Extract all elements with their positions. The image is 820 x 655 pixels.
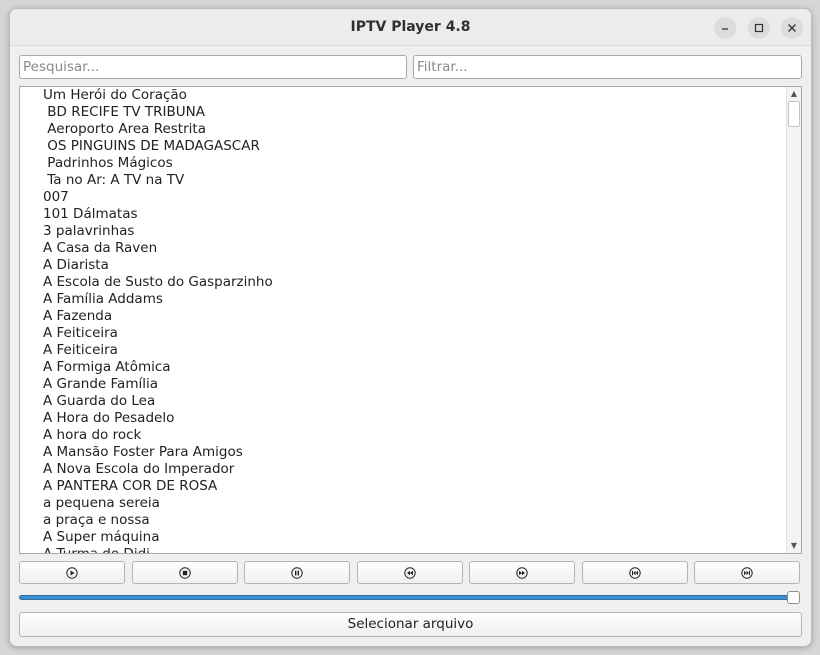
close-button[interactable]: [781, 17, 803, 39]
list-item[interactable]: A PANTERA COR DE ROSA: [20, 478, 786, 495]
channel-list-items: Um Herói do Coração BD RECIFE TV TRIBUNA…: [20, 87, 786, 553]
list-item[interactable]: BD RECIFE TV TRIBUNA: [20, 104, 786, 121]
list-item[interactable]: A Diarista: [20, 257, 786, 274]
list-item[interactable]: A Grande Família: [20, 376, 786, 393]
title-bar: IPTV Player 4.8: [10, 9, 811, 46]
play-button[interactable]: [19, 561, 125, 584]
rewind-button[interactable]: [357, 561, 463, 584]
list-item[interactable]: A Casa da Raven: [20, 240, 786, 257]
list-item[interactable]: a praça e nossa: [20, 512, 786, 529]
list-item[interactable]: A Super máquina: [20, 529, 786, 546]
search-input[interactable]: [20, 56, 406, 78]
list-item[interactable]: 101 Dálmatas: [20, 206, 786, 223]
stop-button[interactable]: [132, 561, 238, 584]
play-icon: [66, 566, 78, 579]
channel-list[interactable]: Um Herói do Coração BD RECIFE TV TRIBUNA…: [19, 86, 802, 554]
select-file-button[interactable]: Selecionar arquivo: [19, 612, 802, 637]
next-button[interactable]: [694, 561, 800, 584]
minimize-button[interactable]: [714, 17, 736, 39]
pause-icon: [291, 566, 303, 579]
fast-forward-button[interactable]: [469, 561, 575, 584]
skip-forward-icon: [741, 566, 753, 579]
list-item[interactable]: a pequena sereia: [20, 495, 786, 512]
filter-input[interactable]: [414, 56, 801, 78]
list-item[interactable]: A Hora do Pesadelo: [20, 410, 786, 427]
vertical-scrollbar[interactable]: ▲ ▼: [786, 87, 801, 553]
progress-slider-handle[interactable]: [787, 591, 800, 604]
list-item[interactable]: A Feiticeira: [20, 325, 786, 342]
stop-icon: [179, 566, 191, 579]
scroll-up-icon[interactable]: ▲: [787, 87, 801, 101]
list-item[interactable]: Padrinhos Mágicos: [20, 155, 786, 172]
previous-button[interactable]: [582, 561, 688, 584]
rewind-icon: [404, 566, 416, 579]
skip-back-icon: [629, 566, 641, 579]
progress-slider[interactable]: [19, 595, 791, 600]
list-item[interactable]: A Mansão Foster Para Amigos: [20, 444, 786, 461]
list-item[interactable]: Aeroporto Area Restrita: [20, 121, 786, 138]
scroll-down-icon[interactable]: ▼: [787, 539, 801, 553]
list-item[interactable]: A Feiticeira: [20, 342, 786, 359]
app-window: IPTV Player 4.8 Um Herói do Coração BD R…: [9, 8, 812, 647]
close-icon: [788, 24, 796, 32]
list-item[interactable]: A Turma do Didi: [20, 546, 786, 553]
fast-forward-icon: [516, 566, 528, 579]
search-field[interactable]: [19, 55, 407, 79]
window-title: IPTV Player 4.8: [350, 19, 471, 35]
list-item[interactable]: 007: [20, 189, 786, 206]
maximize-icon: [754, 23, 764, 33]
maximize-button[interactable]: [748, 17, 770, 39]
list-item[interactable]: A Formiga Atômica: [20, 359, 786, 376]
list-item[interactable]: A Família Addams: [20, 291, 786, 308]
list-item[interactable]: 3 palavrinhas: [20, 223, 786, 240]
filter-field[interactable]: [413, 55, 802, 79]
list-item[interactable]: Um Herói do Coração: [20, 87, 786, 104]
list-item[interactable]: OS PINGUINS DE MADAGASCAR: [20, 138, 786, 155]
list-item[interactable]: A Escola de Susto do Gasparzinho: [20, 274, 786, 291]
scroll-thumb[interactable]: [788, 101, 800, 127]
list-item[interactable]: Ta no Ar: A TV na TV: [20, 172, 786, 189]
list-item[interactable]: A Guarda do Lea: [20, 393, 786, 410]
minimize-icon: [722, 28, 728, 30]
list-item[interactable]: A hora do rock: [20, 427, 786, 444]
list-item[interactable]: A Fazenda: [20, 308, 786, 325]
list-item[interactable]: A Nova Escola do Imperador: [20, 461, 786, 478]
pause-button[interactable]: [244, 561, 350, 584]
